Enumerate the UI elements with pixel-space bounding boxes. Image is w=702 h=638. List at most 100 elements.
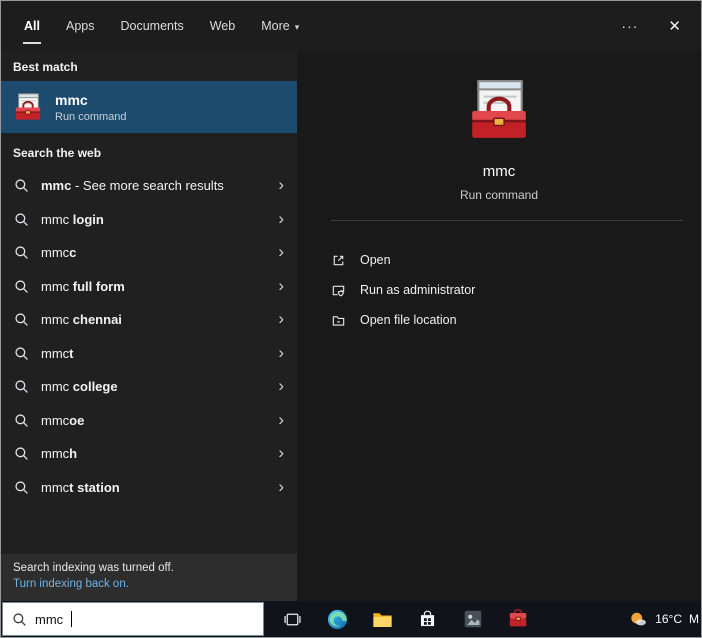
tab-all[interactable]: All — [11, 1, 53, 51]
indexing-notice: Search indexing was turned off. — [13, 562, 174, 574]
toolbox-app-button[interactable] — [495, 601, 540, 637]
preview-panel: mmc Run command Open Run as administrato… — [297, 51, 701, 601]
weather-sun-icon — [631, 612, 647, 626]
search-icon — [15, 447, 29, 461]
options-ellipsis-button[interactable]: ··· — [621, 18, 638, 34]
indexing-notice-bar: Search indexing was turned off. Turn ind… — [1, 554, 297, 601]
suggestion-text: mmch — [41, 446, 78, 462]
photos-app-icon — [464, 610, 481, 628]
best-match-subtitle: Run command — [55, 110, 127, 123]
tab-web-label: Web — [209, 19, 236, 33]
suggestion-row[interactable]: mmch › — [1, 437, 297, 471]
indexing-link[interactable]: Turn indexing back on. — [13, 578, 129, 590]
tab-bar: All Apps Documents Web More ▾ ··· ✕ — [1, 1, 701, 51]
weather-temp: 16°C — [655, 612, 682, 626]
folder-location-icon — [332, 315, 345, 326]
suggestion-row[interactable]: mmct › — [1, 337, 297, 371]
search-icon — [15, 179, 29, 193]
chevron-right-icon: › — [278, 309, 284, 329]
suggestion-text: mmc chennai — [41, 312, 122, 328]
task-view-icon — [284, 613, 301, 625]
tab-more[interactable]: More ▾ — [248, 1, 312, 51]
action-label: Open file location — [360, 313, 457, 327]
suggestion-text: mmct station — [41, 479, 120, 495]
search-filter-tabs: All Apps Documents Web More ▾ — [1, 1, 312, 51]
tab-documents-label: Documents — [120, 19, 184, 33]
search-icon — [15, 414, 29, 427]
open-icon — [333, 255, 344, 265]
toolbox-app-icon — [509, 608, 526, 627]
chevron-right-icon: › — [278, 275, 284, 295]
tab-apps-label: Apps — [65, 19, 95, 33]
weather-label: M — [689, 612, 699, 626]
chevron-right-icon: › — [278, 476, 284, 496]
preview-head: mmc Run command — [297, 51, 701, 202]
best-match-item[interactable]: mmc Run command — [1, 81, 297, 133]
chevron-right-icon: › — [278, 242, 284, 262]
search-icon — [15, 347, 29, 360]
tab-more-label: More — [261, 19, 290, 33]
suggestion-text: mmc college — [41, 379, 118, 395]
tab-web[interactable]: Web — [197, 1, 248, 51]
chevron-down-icon: ▾ — [294, 21, 300, 32]
suggestion-row[interactable]: mmc login › — [1, 203, 297, 237]
mmc-toolbox-icon — [14, 92, 42, 121]
admin-shield-icon — [332, 285, 345, 296]
chevron-right-icon: › — [278, 342, 284, 362]
suggestion-row[interactable]: mmcoe › — [1, 404, 297, 438]
edge-icon — [327, 609, 348, 629]
action-list: Open Run as administrator Open file loca… — [297, 245, 701, 335]
results-panel: Best match mmc Run command Search the we… — [1, 51, 297, 601]
chevron-right-icon: › — [278, 175, 284, 195]
store-icon — [420, 610, 435, 626]
action-run-as-administrator[interactable]: Run as administrator — [331, 275, 701, 305]
window-controls: ··· ✕ — [621, 1, 701, 51]
search-web-header: Search the web — [13, 146, 102, 160]
tab-apps[interactable]: Apps — [53, 1, 108, 51]
tab-documents[interactable]: Documents — [107, 1, 196, 51]
suggestion-row[interactable]: mmc chennai › — [1, 303, 297, 337]
divider — [331, 220, 683, 221]
suggestion-row[interactable]: mmcc › — [1, 236, 297, 270]
taskbar: mmc 16°C M — [1, 601, 701, 637]
search-icon — [15, 313, 29, 327]
search-flyout-window: All Apps Documents Web More ▾ ··· ✕ Best … — [0, 0, 702, 638]
action-open[interactable]: Open — [331, 245, 701, 275]
chevron-right-icon: › — [278, 208, 284, 228]
search-input[interactable]: mmc — [2, 602, 264, 636]
suggestion-row[interactable]: mmc - See more search results › — [1, 169, 297, 203]
edge-button[interactable] — [315, 601, 360, 637]
file-explorer-button[interactable] — [360, 601, 405, 637]
action-open-file-location[interactable]: Open file location — [331, 305, 701, 335]
text-caret — [71, 611, 73, 627]
preview-subtitle: Run command — [459, 188, 539, 202]
tab-all-label: All — [24, 19, 40, 33]
file-explorer-icon — [373, 612, 392, 627]
best-match-title: mmc — [55, 91, 88, 108]
search-icon — [15, 380, 29, 394]
best-match-text: mmc Run command — [55, 92, 127, 123]
suggestion-row[interactable]: mmc college › — [1, 370, 297, 404]
suggestion-text: mmc full form — [41, 278, 125, 294]
search-query-text: mmc — [35, 611, 64, 627]
chevron-right-icon: › — [278, 376, 284, 396]
suggestion-text: mmct — [41, 345, 74, 361]
action-label: Open — [360, 253, 391, 267]
suggestion-text: mmcc — [41, 245, 77, 261]
mmc-toolbox-icon — [466, 77, 532, 143]
suggestion-row[interactable]: mmct station › — [1, 471, 297, 505]
search-icon — [13, 612, 27, 626]
store-button[interactable] — [405, 601, 450, 637]
chevron-right-icon: › — [278, 409, 284, 429]
weather-widget[interactable]: 16°C M — [628, 609, 701, 629]
chevron-right-icon: › — [278, 443, 284, 463]
suggestion-text: mmc - See more search results — [41, 178, 224, 194]
best-match-header: Best match — [13, 60, 78, 74]
preview-title: mmc — [482, 163, 516, 180]
task-view-button[interactable] — [270, 601, 315, 637]
close-icon[interactable]: ✕ — [668, 17, 681, 35]
suggestion-text: mmcoe — [41, 412, 85, 428]
action-label: Run as administrator — [360, 283, 476, 297]
suggestion-row[interactable]: mmc full form › — [1, 270, 297, 304]
pinned-app-button[interactable] — [450, 601, 495, 637]
